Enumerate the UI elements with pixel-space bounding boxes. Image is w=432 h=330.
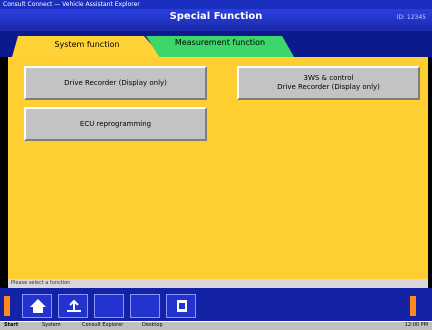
page-title: Special Function [169,11,263,22]
taskbar-clock: 12:00 PM [404,322,428,328]
window-title: Consult Connect — Vehicle Assistant Expl… [3,1,140,8]
start-button[interactable]: Start [2,322,20,329]
home-icon [30,299,46,313]
back-button[interactable] [58,294,88,318]
drive-recorder-button[interactable]: Drive Recorder (Display only) [24,66,207,100]
toolbar-left-accent [4,296,10,316]
taskbar-item-system[interactable]: System [40,322,63,329]
taskbar-item-desktop[interactable]: Desktop [140,322,165,329]
tab-system-function[interactable]: System function [12,36,162,57]
tab-measurement-function[interactable]: Measurement function [146,36,294,57]
bottom-toolbar [0,288,432,321]
three-ws-line1: 3WS & control [303,74,354,82]
status-bar: Please select a function [8,279,428,288]
tab-system-label: System function [54,40,120,49]
toolbar-right-accent [410,296,416,316]
print-button[interactable] [166,294,196,318]
tab-measurement-label: Measurement function [174,38,266,47]
back-arrow-icon [67,299,81,312]
ecu-reprogramming-button[interactable]: ECU reprogramming [24,107,207,141]
header-id: ID: 12345 [396,14,426,21]
three-ws-line2: Drive Recorder (Display only) [277,83,380,91]
window-titlebar: Consult Connect — Vehicle Assistant Expl… [0,0,432,9]
toolbar-slot-4[interactable] [130,294,160,318]
home-button[interactable] [22,294,52,318]
taskbar-item-consult[interactable]: Consult Explorer [80,322,125,329]
tabs-bar: System function Measurement function [0,31,432,57]
three-ws-drive-recorder-button[interactable]: 3WS & control Drive Recorder (Display on… [237,66,420,100]
status-text: Please select a function [11,280,71,286]
app-header: Special Function ID: 12345 [0,9,432,31]
function-panel: Drive Recorder (Display only) ECU reprog… [8,57,428,279]
toolbar-slot-3[interactable] [94,294,124,318]
print-icon [177,300,187,312]
